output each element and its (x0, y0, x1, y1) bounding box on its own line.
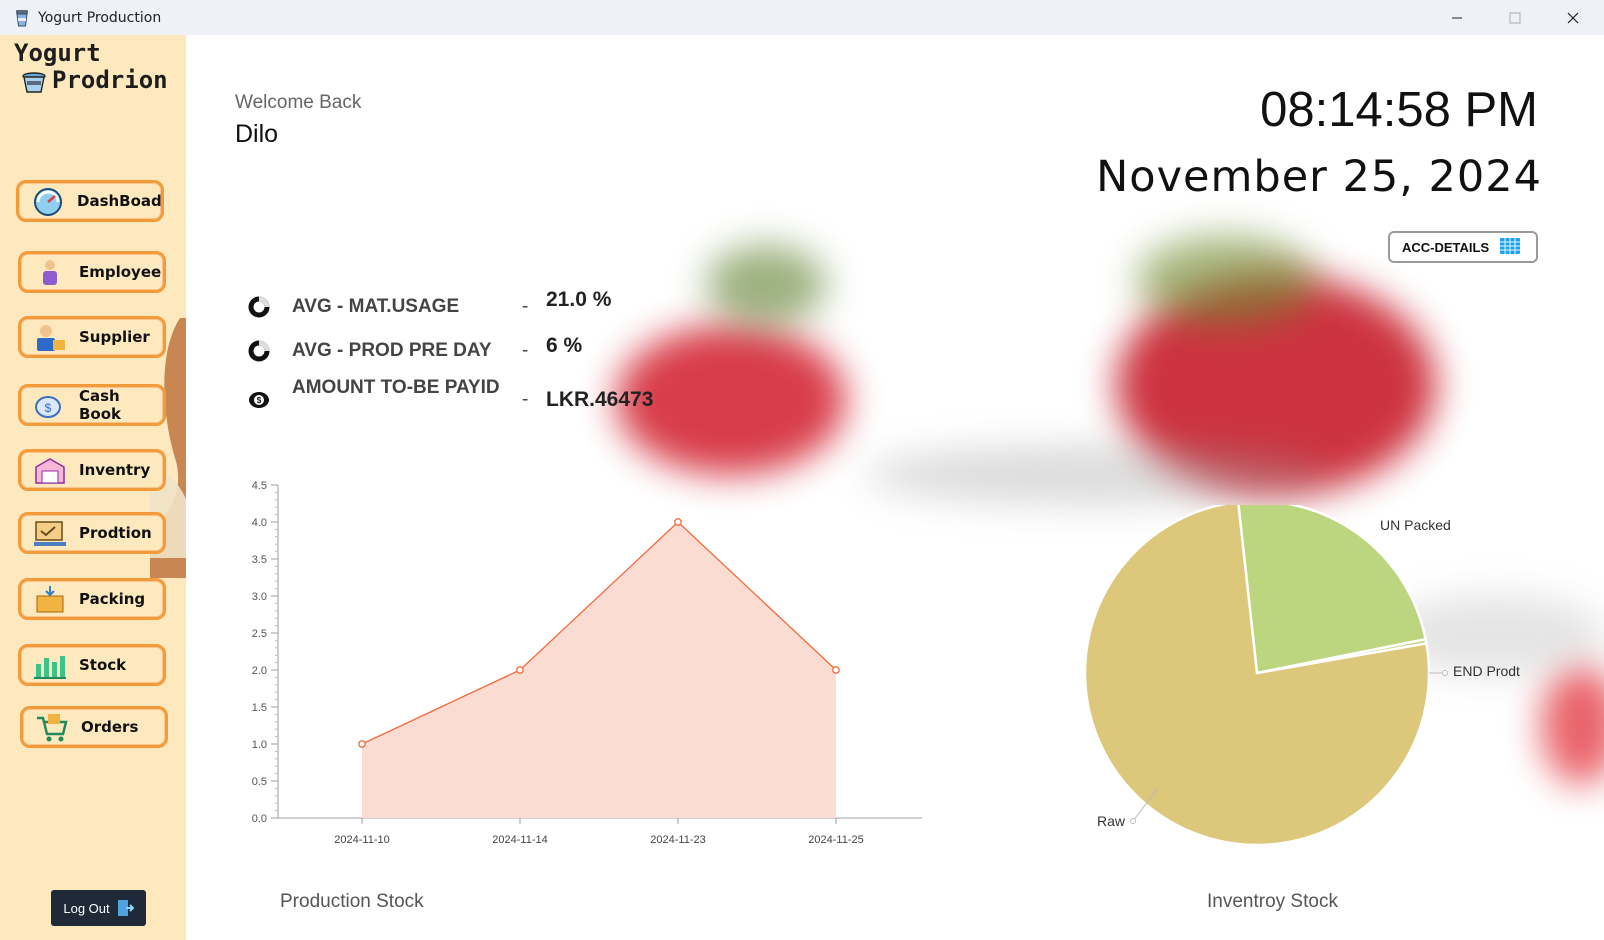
maximize-icon (1509, 12, 1521, 23)
yogurt-cup-icon (16, 9, 28, 26)
y-tick-label: 4.5 (252, 480, 267, 492)
x-tick-label: 2024-11-10 (334, 834, 389, 846)
sidebar-item-label: DashBoad (77, 192, 162, 210)
sidebar-item-prodtion[interactable]: Prodtion (18, 512, 166, 554)
stat-dash: - (522, 296, 529, 317)
stat-label: AVG - MAT.USAGE (292, 296, 460, 317)
inventory-stock-title: Inventroy Stock (1207, 891, 1338, 912)
sidebar-item-orders[interactable]: Orders (20, 706, 168, 748)
y-tick-label: 4.0 (252, 517, 267, 529)
data-point (674, 518, 682, 526)
pie-label: UN Packed (1380, 517, 1451, 533)
app-logo: Yogurt Prodrion (14, 39, 168, 93)
username: Dilo (235, 120, 279, 148)
sidebar-item-label: Prodtion (79, 524, 152, 542)
sidebar-item-inventry[interactable]: Inventry (18, 449, 166, 491)
close-button[interactable] (1544, 0, 1602, 35)
svg-text:$: $ (257, 396, 262, 405)
y-tick-label: 2.0 (252, 665, 267, 677)
logout-button[interactable]: Log Out (51, 890, 146, 926)
sidebar-item-label: Employee (79, 263, 162, 281)
y-tick-label: 1.0 (252, 739, 267, 751)
shopping-cart-icon (35, 712, 69, 742)
warehouse-icon (33, 455, 67, 485)
area-fill (362, 522, 836, 818)
cash-coins-icon: $ (33, 390, 67, 420)
stat-dash: - (522, 340, 529, 361)
stat-label: AVG - PROD PRE DAY (292, 340, 492, 361)
sidebar-item-packing[interactable]: Packing (18, 578, 166, 620)
stat-label: AMOUNT TO-BE PAYID (292, 377, 500, 398)
stat-mat-usage: AVG - MAT.USAGE - 21.0 % (248, 288, 611, 318)
close-icon (1567, 12, 1579, 23)
employee-person-icon (33, 257, 67, 287)
logout-door-icon (117, 900, 134, 916)
sidebar-item-cash-book[interactable]: $ Cash Book (18, 384, 166, 426)
sidebar-item-label: Orders (81, 718, 139, 736)
welcome-label: Welcome Back (235, 92, 362, 113)
minimize-icon (1452, 17, 1462, 18)
acc-details-button[interactable]: ACC-DETAILS (1388, 231, 1538, 263)
acc-details-label: ACC-DETAILS (1402, 239, 1490, 255)
window-title: Yogurt Production (38, 9, 162, 26)
minimize-button[interactable] (1428, 0, 1486, 35)
stat-value: 6 % (546, 334, 583, 357)
sidebar-item-label: Inventry (79, 461, 151, 479)
window-title-bar: Yogurt Production (0, 0, 1604, 35)
x-tick-label: 2024-11-25 (808, 834, 863, 846)
stat-dash: - (522, 389, 529, 410)
pie-label-dot (1130, 818, 1136, 824)
inventory-stock-chart: UN Packed END Prodt Raw (1083, 505, 1520, 847)
donut-chart-icon (248, 296, 270, 318)
y-tick-label: 2.5 (252, 628, 267, 640)
stock-bars-icon (33, 650, 67, 680)
sidebar-item-label: Cash Book (79, 387, 122, 423)
sidebar-item-dashboad[interactable]: DashBoad (16, 180, 164, 222)
sidebar-item-supplier[interactable]: Supplier (18, 316, 166, 358)
yogurt-cup-logo-icon (22, 72, 46, 93)
sidebar: Yogurt Prodrion DashBoad Employee Supplier… (0, 35, 186, 940)
y-tick-label: 3.0 (252, 591, 267, 603)
data-point (832, 666, 840, 674)
sidebar-item-label: Supplier (79, 328, 150, 346)
svg-text:$: $ (45, 401, 52, 415)
sidebar-item-stock[interactable]: Stock (18, 644, 166, 686)
sidebar-item-label: Packing (79, 590, 146, 608)
logout-label: Log Out (63, 900, 110, 916)
money-icon: $ (249, 392, 269, 408)
y-tick-label: 3.5 (252, 554, 267, 566)
donut-chart-icon (248, 340, 270, 362)
pie-label: END Prodt (1453, 663, 1520, 679)
data-point (516, 666, 524, 674)
data-point (358, 740, 366, 748)
background-decoration (1136, 235, 1316, 325)
supplier-delivery-icon (33, 322, 67, 352)
stat-value: LKR.46473 (546, 388, 654, 411)
production-stock-chart: 0.0 0.5 1.0 1.5 2.0 2.5 3.0 3.5 4.0 4.5 2024-11-10… (252, 480, 922, 846)
pie-label: Raw (1097, 813, 1126, 829)
maximize-button[interactable] (1486, 0, 1544, 35)
production-stock-title: Production Stock (280, 891, 424, 912)
table-grid-icon (1500, 238, 1521, 254)
clock-time: 08:14:58 PM (1260, 83, 1538, 137)
packing-box-icon (33, 584, 67, 614)
x-tick-label: 2024-11-23 (650, 834, 705, 846)
logo-line-1: Yogurt (14, 39, 101, 67)
sidebar-item-label: Stock (79, 656, 127, 674)
y-tick-label: 0.5 (252, 776, 267, 788)
stat-amount-payable: $ AMOUNT TO-BE PAYID - LKR.46473 (248, 377, 653, 411)
pie-label-dot (1442, 670, 1448, 676)
stat-value: 21.0 % (546, 288, 612, 311)
sidebar-item-employee[interactable]: Employee (18, 251, 166, 293)
y-tick-label: 1.5 (252, 702, 267, 714)
dashboard-gauge-icon (31, 186, 65, 216)
stat-prod-per-day: AVG - PROD PRE DAY - 6 % (248, 334, 582, 362)
x-tick-label: 2024-11-14 (492, 834, 547, 846)
production-conveyor-icon (33, 518, 67, 548)
y-tick-label: 0.0 (252, 813, 267, 825)
logo-line-2: Prodrion (52, 66, 168, 94)
background-decoration (706, 245, 826, 325)
current-date: November 25, 2024 (1096, 152, 1542, 202)
